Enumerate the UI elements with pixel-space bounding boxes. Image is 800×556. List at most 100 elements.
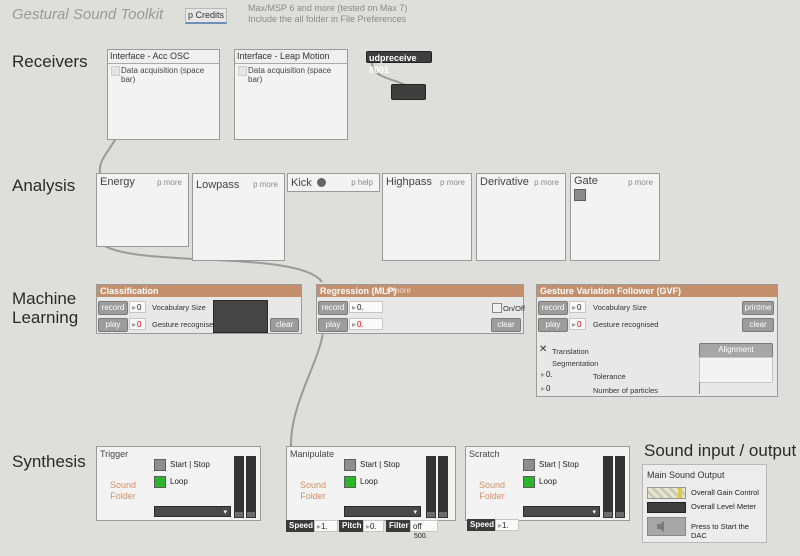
number-arrow-icon: ▸ — [541, 370, 546, 379]
leap-motion-acq-toggle[interactable] — [238, 66, 247, 76]
chevron-down-icon: ▾ — [592, 509, 596, 516]
dac-label: Press to Start the DAC — [691, 522, 749, 540]
manipulate-filter-value[interactable]: off — [410, 520, 438, 532]
energy-module[interactable]: Energy p more — [96, 173, 189, 247]
gvf-segmentation-label: Segmentation — [552, 359, 599, 368]
gvf-record-button[interactable]: record — [538, 301, 568, 315]
manipulate-file-dropdown[interactable]: ▾ — [344, 506, 421, 517]
manipulate-speed-value[interactable]: ▸1. — [314, 520, 338, 532]
manipulate-start-stop-toggle[interactable] — [344, 459, 356, 471]
regression-play-button[interactable]: play — [318, 318, 348, 332]
manipulate-speed-label: Speed — [286, 520, 314, 532]
regression-record-value[interactable]: ▸0. — [349, 301, 383, 313]
highpass-more[interactable]: p more — [440, 178, 465, 187]
chevron-down-icon: ▾ — [413, 509, 417, 516]
scratch-speed-number: 1. — [502, 521, 509, 530]
leap-motion-title: Interface - Leap Motion — [235, 50, 347, 64]
derivative-module[interactable]: Derivative p more — [476, 173, 566, 261]
overall-gain-slider[interactable] — [647, 487, 686, 499]
overall-level-meter — [647, 502, 686, 513]
regression-header: Regression (MLP) p more — [317, 285, 523, 297]
classification-record-value[interactable]: ▸0 — [129, 301, 146, 313]
regression-more[interactable]: p more — [386, 285, 411, 297]
classification-clear-button[interactable]: clear — [270, 318, 299, 332]
highpass-module[interactable]: Highpass p more — [382, 173, 472, 261]
classification-record-button[interactable]: record — [98, 301, 128, 315]
udp-output-object[interactable] — [391, 84, 426, 100]
scratch-speed-label: Speed — [467, 519, 495, 531]
leap-motion-interface[interactable]: Interface - Leap Motion Data acquisition… — [234, 49, 348, 140]
number-arrow-icon: ▸ — [572, 303, 577, 312]
trigger-module: Trigger Sound Folder Start | Stop Loop ▾ — [96, 446, 261, 521]
acc-osc-interface[interactable]: Interface - Acc OSC Data acquisition (sp… — [107, 49, 220, 140]
trigger-loop-toggle[interactable] — [154, 476, 166, 488]
section-label-ml-line1: Machine — [12, 289, 77, 308]
speaker-icon — [657, 521, 664, 532]
number-arrow-icon: ▸ — [132, 320, 137, 329]
derivative-title: Derivative — [480, 176, 529, 188]
gvf-particles-value[interactable]: ▸0 — [539, 383, 589, 395]
regression-clear-button[interactable]: clear — [491, 318, 521, 332]
scratch-level-fill — [604, 512, 612, 517]
lowpass-more[interactable]: p more — [253, 180, 278, 189]
energy-more[interactable]: p more — [157, 178, 182, 187]
lowpass-module[interactable]: Lowpass p more — [192, 173, 285, 261]
manipulate-pitch-number: 0. — [370, 522, 377, 531]
regression-play-value[interactable]: ▸0. — [349, 318, 383, 330]
regression-record-button[interactable]: record — [318, 301, 348, 315]
gvf-translation-label: Translation — [552, 347, 589, 356]
regression-onoff-label: On/Off — [503, 304, 525, 313]
regression-title: Regression (MLP) — [320, 286, 397, 296]
header-note: Max/MSP 6 and more (tested on Max 7) Inc… — [248, 3, 407, 25]
acc-osc-acq-label: Data acquisition (space bar) — [121, 66, 205, 84]
number-arrow-icon: ▸ — [352, 320, 357, 329]
trigger-sound-folder[interactable]: Sound Folder — [105, 480, 141, 502]
classification-play-button[interactable]: play — [98, 318, 128, 332]
credits-button[interactable]: p Credits — [185, 8, 227, 24]
section-label-synthesis: Synthesis — [12, 452, 86, 471]
dac-button[interactable] — [647, 517, 686, 536]
trigger-start-stop-toggle[interactable] — [154, 459, 166, 471]
udpreceive-object[interactable]: udpreceive 8001 — [366, 51, 432, 75]
derivative-more[interactable]: p more — [534, 178, 559, 187]
gate-toggle[interactable] — [574, 189, 586, 201]
scratch-speed-value[interactable]: ▸1. — [495, 519, 519, 531]
regression-onoff-checkbox[interactable] — [492, 303, 502, 313]
gvf-tolerance-value[interactable]: ▸0. — [539, 369, 589, 381]
kick-module[interactable]: Kick p help — [287, 173, 380, 192]
gvf-alignment-display — [699, 357, 773, 383]
manipulate-pitch-value[interactable]: ▸0. — [363, 520, 384, 532]
gate-module[interactable]: Gate p more — [570, 173, 660, 261]
scratch-start-stop-toggle[interactable] — [523, 459, 535, 471]
kick-help[interactable]: p help — [351, 178, 373, 187]
classification-play-number: 0 — [137, 320, 142, 329]
manipulate-loop-toggle[interactable] — [344, 476, 356, 488]
gvf-play-button[interactable]: play — [538, 318, 568, 332]
trigger-file-dropdown[interactable]: ▾ — [154, 506, 231, 517]
gvf-printme-button[interactable]: printme — [742, 301, 774, 315]
gvf-play-value[interactable]: ▸0 — [569, 318, 586, 330]
kick-title: Kick — [291, 177, 312, 189]
gate-more[interactable]: p more — [628, 178, 653, 187]
number-arrow-icon: ▸ — [572, 320, 577, 329]
manipulate-filter-freq[interactable]: 500. — [412, 532, 436, 541]
number-arrow-icon: ▸ — [541, 384, 546, 393]
classification-recognised-label: Gesture recognised — [152, 320, 218, 329]
scratch-sound-folder[interactable]: Sound Folder — [474, 480, 510, 502]
trigger-title: Trigger — [100, 449, 129, 459]
classification-play-value[interactable]: ▸0 — [129, 318, 146, 330]
gvf-translation-check-icon[interactable]: ✕ — [539, 344, 547, 355]
acc-osc-acq-toggle[interactable] — [111, 66, 120, 76]
trigger-level-fill — [235, 512, 243, 517]
regression-play-number: 0. — [357, 320, 364, 329]
gvf-clear-button[interactable]: clear — [742, 318, 774, 332]
manipulate-sound-folder[interactable]: Sound Folder — [295, 480, 331, 502]
scratch-loop-toggle[interactable] — [523, 476, 535, 488]
gvf-record-value[interactable]: ▸0 — [569, 301, 586, 313]
manipulate-level-fill-right — [439, 512, 447, 517]
section-label-ml-line2: Learning — [12, 308, 79, 327]
scratch-module: Scratch Sound Folder Start | Stop Loop ▾ — [465, 446, 630, 521]
trigger-loop-label: Loop — [170, 477, 188, 486]
scratch-file-dropdown[interactable]: ▾ — [523, 506, 600, 517]
manipulate-level-meter-right — [438, 456, 448, 518]
